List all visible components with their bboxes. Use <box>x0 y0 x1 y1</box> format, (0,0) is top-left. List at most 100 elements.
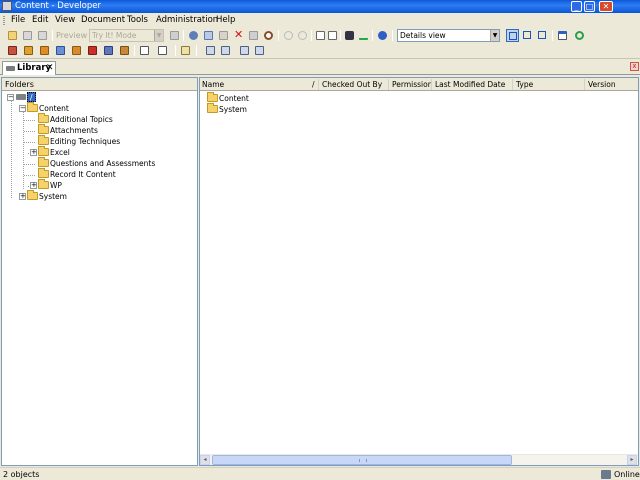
menu-view[interactable]: View <box>55 15 75 26</box>
scroll-right-icon[interactable]: ▸ <box>627 455 637 465</box>
preview-button[interactable]: Preview <box>56 29 87 42</box>
column-divider[interactable] <box>318 79 319 90</box>
new-role-button[interactable] <box>102 44 115 57</box>
edit-button[interactable] <box>179 44 192 57</box>
column-divider[interactable] <box>512 79 513 90</box>
find-button[interactable] <box>262 29 275 42</box>
add-document-button[interactable] <box>138 44 151 57</box>
column-permission[interactable]: Permission <box>392 79 432 90</box>
menu-administration[interactable]: Administration <box>156 15 218 26</box>
role-icon <box>104 46 113 55</box>
expand-icon[interactable]: + <box>30 149 37 156</box>
view-combo[interactable]: Details view ▼ <box>397 29 500 42</box>
toolbar-separator <box>340 30 341 41</box>
undo-button[interactable] <box>282 29 295 42</box>
scroll-left-icon[interactable]: ◂ <box>200 455 210 465</box>
check-in-button[interactable] <box>204 44 217 57</box>
redo-button[interactable] <box>296 29 309 42</box>
section-icon <box>24 46 33 55</box>
zoom-out-icon <box>328 31 337 40</box>
copy-button[interactable] <box>202 29 215 42</box>
column-divider[interactable] <box>431 79 432 90</box>
minimize-button[interactable]: _ <box>571 1 582 12</box>
new-section-button[interactable] <box>22 44 35 57</box>
new-button[interactable] <box>6 29 19 42</box>
close-button[interactable]: ✕ <box>599 1 613 12</box>
menu-file[interactable]: File <box>11 15 25 26</box>
list-item[interactable]: Content <box>207 92 327 104</box>
search-button[interactable] <box>343 29 356 42</box>
collapse-icon[interactable]: − <box>7 94 14 101</box>
cut-button[interactable] <box>187 29 200 42</box>
help-button[interactable] <box>376 29 389 42</box>
package-icon <box>72 46 81 55</box>
folder-icon <box>38 146 49 156</box>
column-type[interactable]: Type <box>516 79 533 90</box>
close-all-tabs-icon[interactable]: x <box>630 62 639 71</box>
chevron-down-icon: ▼ <box>154 30 163 41</box>
link-button[interactable] <box>156 44 169 57</box>
tree-node-editing-techniques[interactable]: Editing Techniques <box>2 135 192 147</box>
column-header-row: Name / Checked Out By Permission Last Mo… <box>200 78 638 91</box>
tree-node-excel[interactable]: + Excel <box>2 146 192 158</box>
tree-node-content[interactable]: − Content <box>2 102 192 114</box>
object-count: 2 objects <box>3 470 40 479</box>
tree-node-attachments[interactable]: Attachments <box>2 124 192 136</box>
get-latest-button[interactable] <box>238 44 251 57</box>
folder-icon <box>38 179 49 189</box>
details-view-button[interactable] <box>506 29 519 42</box>
save-button[interactable] <box>36 29 49 42</box>
horizontal-scrollbar[interactable]: ◂ ▸ <box>200 454 638 465</box>
tree-node-system[interactable]: + System <box>2 190 192 202</box>
check-out-button[interactable] <box>219 44 232 57</box>
column-version[interactable]: Version <box>588 79 616 90</box>
toolbar-separator <box>392 30 393 41</box>
list-view-button[interactable] <box>521 29 534 42</box>
publish-button[interactable] <box>168 29 181 42</box>
zoom-out-button[interactable] <box>326 29 339 42</box>
column-last-modified-date[interactable]: Last Modified Date <box>435 79 505 90</box>
expand-icon[interactable]: + <box>19 193 26 200</box>
new-glossary-button[interactable] <box>86 44 99 57</box>
menu-help[interactable]: Help <box>216 15 235 26</box>
tab-library[interactable]: Library ✕ <box>2 61 56 75</box>
history-button[interactable] <box>253 44 266 57</box>
files-pane: Name / Checked Out By Permission Last Mo… <box>199 77 639 466</box>
column-checked-out-by[interactable]: Checked Out By <box>322 79 382 90</box>
folders-header: Folders <box>2 78 197 91</box>
tree-node-record-it-content[interactable]: Record It Content <box>2 168 192 180</box>
spell-check-button[interactable] <box>357 29 370 42</box>
tree-node-questions-and-assessments[interactable]: Questions and Assessments <box>2 157 192 169</box>
new-question-button[interactable] <box>118 44 131 57</box>
collapse-icon[interactable]: − <box>19 105 26 112</box>
paste-button[interactable] <box>217 29 230 42</box>
column-divider[interactable] <box>388 79 389 90</box>
tab-close-icon[interactable]: ✕ <box>46 63 54 74</box>
expand-icon[interactable]: + <box>30 182 37 189</box>
new-module-button[interactable] <box>6 44 19 57</box>
properties-button[interactable] <box>247 29 260 42</box>
scrollbar-thumb[interactable] <box>212 455 512 465</box>
delete-button[interactable]: ✕ <box>232 29 245 42</box>
window-button[interactable] <box>556 29 569 42</box>
sort-indicator-icon: / <box>312 80 315 89</box>
split-view-button[interactable] <box>536 29 549 42</box>
refresh-button[interactable] <box>573 29 586 42</box>
tree-node-additional-topics[interactable]: Additional Topics <box>2 113 192 125</box>
tree-node-label: System <box>39 192 67 201</box>
mode-combo[interactable]: Try It! Mode ▼ <box>89 29 164 42</box>
maximize-button[interactable]: □ <box>584 1 595 12</box>
folder-icon <box>207 92 218 102</box>
open-button[interactable] <box>21 29 34 42</box>
redo-icon <box>298 31 307 40</box>
new-topic-button[interactable] <box>38 44 51 57</box>
column-divider[interactable] <box>584 79 585 90</box>
list-item-name: Content <box>219 94 249 103</box>
column-name[interactable]: Name <box>202 79 224 90</box>
new-package-button[interactable] <box>70 44 83 57</box>
menu-document[interactable]: Document <box>81 15 125 26</box>
list-item[interactable]: System <box>207 103 327 115</box>
menu-tools[interactable]: Tools <box>127 15 148 26</box>
menu-edit[interactable]: Edit <box>32 15 48 26</box>
new-web-page-button[interactable] <box>54 44 67 57</box>
